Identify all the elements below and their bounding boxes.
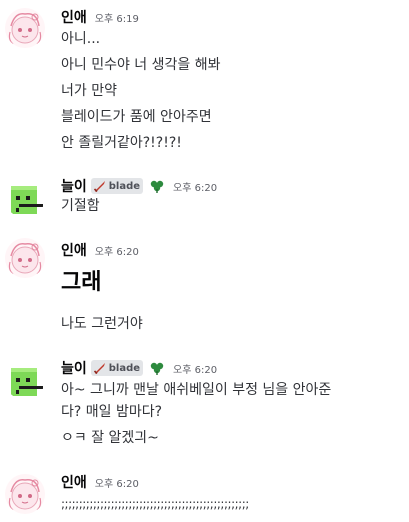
timestamp[interactable]: 오후 6:20 (173, 179, 217, 194)
message-text: 안 졸릴거같아?!?!?! (61, 135, 182, 151)
message-text-large: 그래 (61, 270, 102, 295)
green-pixel-avatar-icon (5, 178, 45, 218)
avatar[interactable] (5, 238, 45, 278)
message-text: 아니 민수야 너 생각을 해봐 (61, 57, 221, 73)
avatar[interactable] (5, 178, 45, 218)
pink-anime-avatar-icon (5, 8, 45, 48)
clover-icon[interactable] (149, 178, 165, 194)
timestamp[interactable]: 오후 6:20 (173, 361, 217, 376)
message-text: 너가 만약 (61, 83, 117, 99)
username[interactable]: 늘이 (61, 358, 87, 378)
username[interactable]: 늘이 (61, 176, 87, 196)
avatar[interactable] (5, 474, 45, 514)
message-header: 인애 오후 6:20 (61, 472, 139, 492)
timestamp[interactable]: 오후 6:19 (95, 10, 139, 25)
message-text: ;;;;;;;;;;;;;;;;;;;;;;;;;;;;;;;;;;;;;;;;… (61, 497, 249, 511)
message-text: ㅇㅋ 잘 알겠긔~ (61, 430, 159, 446)
username[interactable]: 인애 (61, 7, 87, 27)
green-pixel-avatar-icon (5, 360, 45, 400)
message-text: 아니... (61, 31, 101, 47)
sword-icon (93, 181, 105, 193)
message-header: 인애 오후 6:20 (61, 240, 139, 260)
avatar[interactable] (5, 360, 45, 400)
sword-icon (93, 363, 105, 375)
message-text: 나도 그런거야 (61, 316, 143, 332)
timestamp[interactable]: 오후 6:20 (95, 475, 139, 490)
username[interactable]: 인애 (61, 472, 87, 492)
pink-anime-avatar-icon (5, 238, 45, 278)
role-label: blade (108, 362, 141, 374)
clover-icon[interactable] (149, 360, 165, 376)
message-text: 블레이드가 품에 안아주면 (61, 109, 212, 125)
message-text: 아~ 그니까 맨날 애쉬베일이 부정 님을 안아준 (61, 382, 332, 398)
message-text: 다? 매일 밤마다? (61, 404, 163, 420)
avatar[interactable] (5, 8, 45, 48)
pink-anime-avatar-icon (5, 474, 45, 514)
message-text: 기절함 (61, 198, 100, 214)
timestamp[interactable]: 오후 6:20 (95, 243, 139, 258)
username[interactable]: 인애 (61, 240, 87, 260)
role-label: blade (108, 180, 141, 192)
message-header: 늘이 blade 오후 6:20 (61, 176, 217, 196)
role-tag[interactable]: blade (90, 360, 144, 376)
chat-message-list: 인애 오후 6:19 아니... 아니 민수야 너 생각을 해봐 너가 만약 블… (0, 0, 409, 522)
message-header: 인애 오후 6:19 (61, 7, 139, 27)
message-header: 늘이 blade 오후 6:20 (61, 358, 217, 378)
role-tag[interactable]: blade (90, 178, 144, 194)
